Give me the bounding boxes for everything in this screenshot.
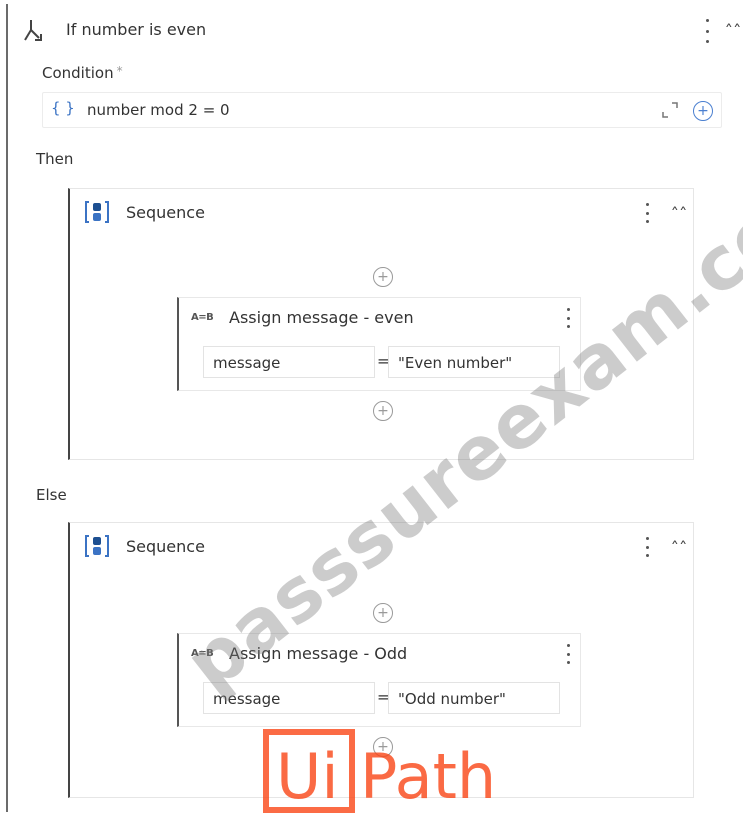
- if-activity-container: If number is even ˄˄ Condition * { } numb…: [6, 4, 742, 812]
- then-sequence-collapse-icon[interactable]: ˄˄: [671, 207, 688, 221]
- then-assign-options-icon[interactable]: [565, 308, 571, 328]
- svg-text:Path: Path: [360, 740, 496, 813]
- if-options-menu-icon[interactable]: [704, 19, 710, 43]
- condition-expression[interactable]: number mod 2 = 0: [87, 101, 230, 119]
- assign-icon: A=B: [191, 312, 214, 323]
- if-collapse-chevron-icon[interactable]: ˄˄: [725, 24, 742, 38]
- else-assign-value-field[interactable]: "Odd number": [388, 682, 560, 714]
- condition-label: Condition *: [42, 64, 123, 82]
- sequence-icon: [85, 201, 109, 223]
- then-label: Then: [36, 150, 74, 168]
- then-add-activity-top-icon[interactable]: +: [373, 267, 393, 287]
- else-add-activity-top-icon[interactable]: +: [373, 603, 393, 623]
- else-assign-options-icon[interactable]: [565, 644, 571, 664]
- sequence-icon: [85, 535, 109, 557]
- svg-text:Ui: Ui: [276, 740, 339, 813]
- condition-input[interactable]: { } number mod 2 = 0 +: [42, 92, 722, 128]
- uipath-logo: Ui Path: [263, 729, 496, 813]
- then-add-activity-bottom-icon[interactable]: +: [373, 401, 393, 421]
- add-variable-plus-icon[interactable]: +: [693, 101, 713, 121]
- expression-braces-icon: { }: [51, 99, 75, 117]
- if-activity-title[interactable]: If number is even: [66, 20, 206, 39]
- required-marker: *: [116, 64, 123, 78]
- then-sequence-options-icon[interactable]: [644, 203, 650, 223]
- then-assign-to-field[interactable]: message: [203, 346, 375, 378]
- expand-editor-icon[interactable]: [661, 101, 679, 119]
- else-sequence-title[interactable]: Sequence: [126, 537, 205, 556]
- then-sequence-title[interactable]: Sequence: [126, 203, 205, 222]
- else-label: Else: [36, 486, 67, 504]
- else-sequence-collapse-icon[interactable]: ˄˄: [671, 541, 688, 555]
- else-sequence-options-icon[interactable]: [644, 537, 650, 557]
- if-branch-icon: [24, 20, 42, 41]
- then-assign-title[interactable]: Assign message - even: [229, 308, 414, 327]
